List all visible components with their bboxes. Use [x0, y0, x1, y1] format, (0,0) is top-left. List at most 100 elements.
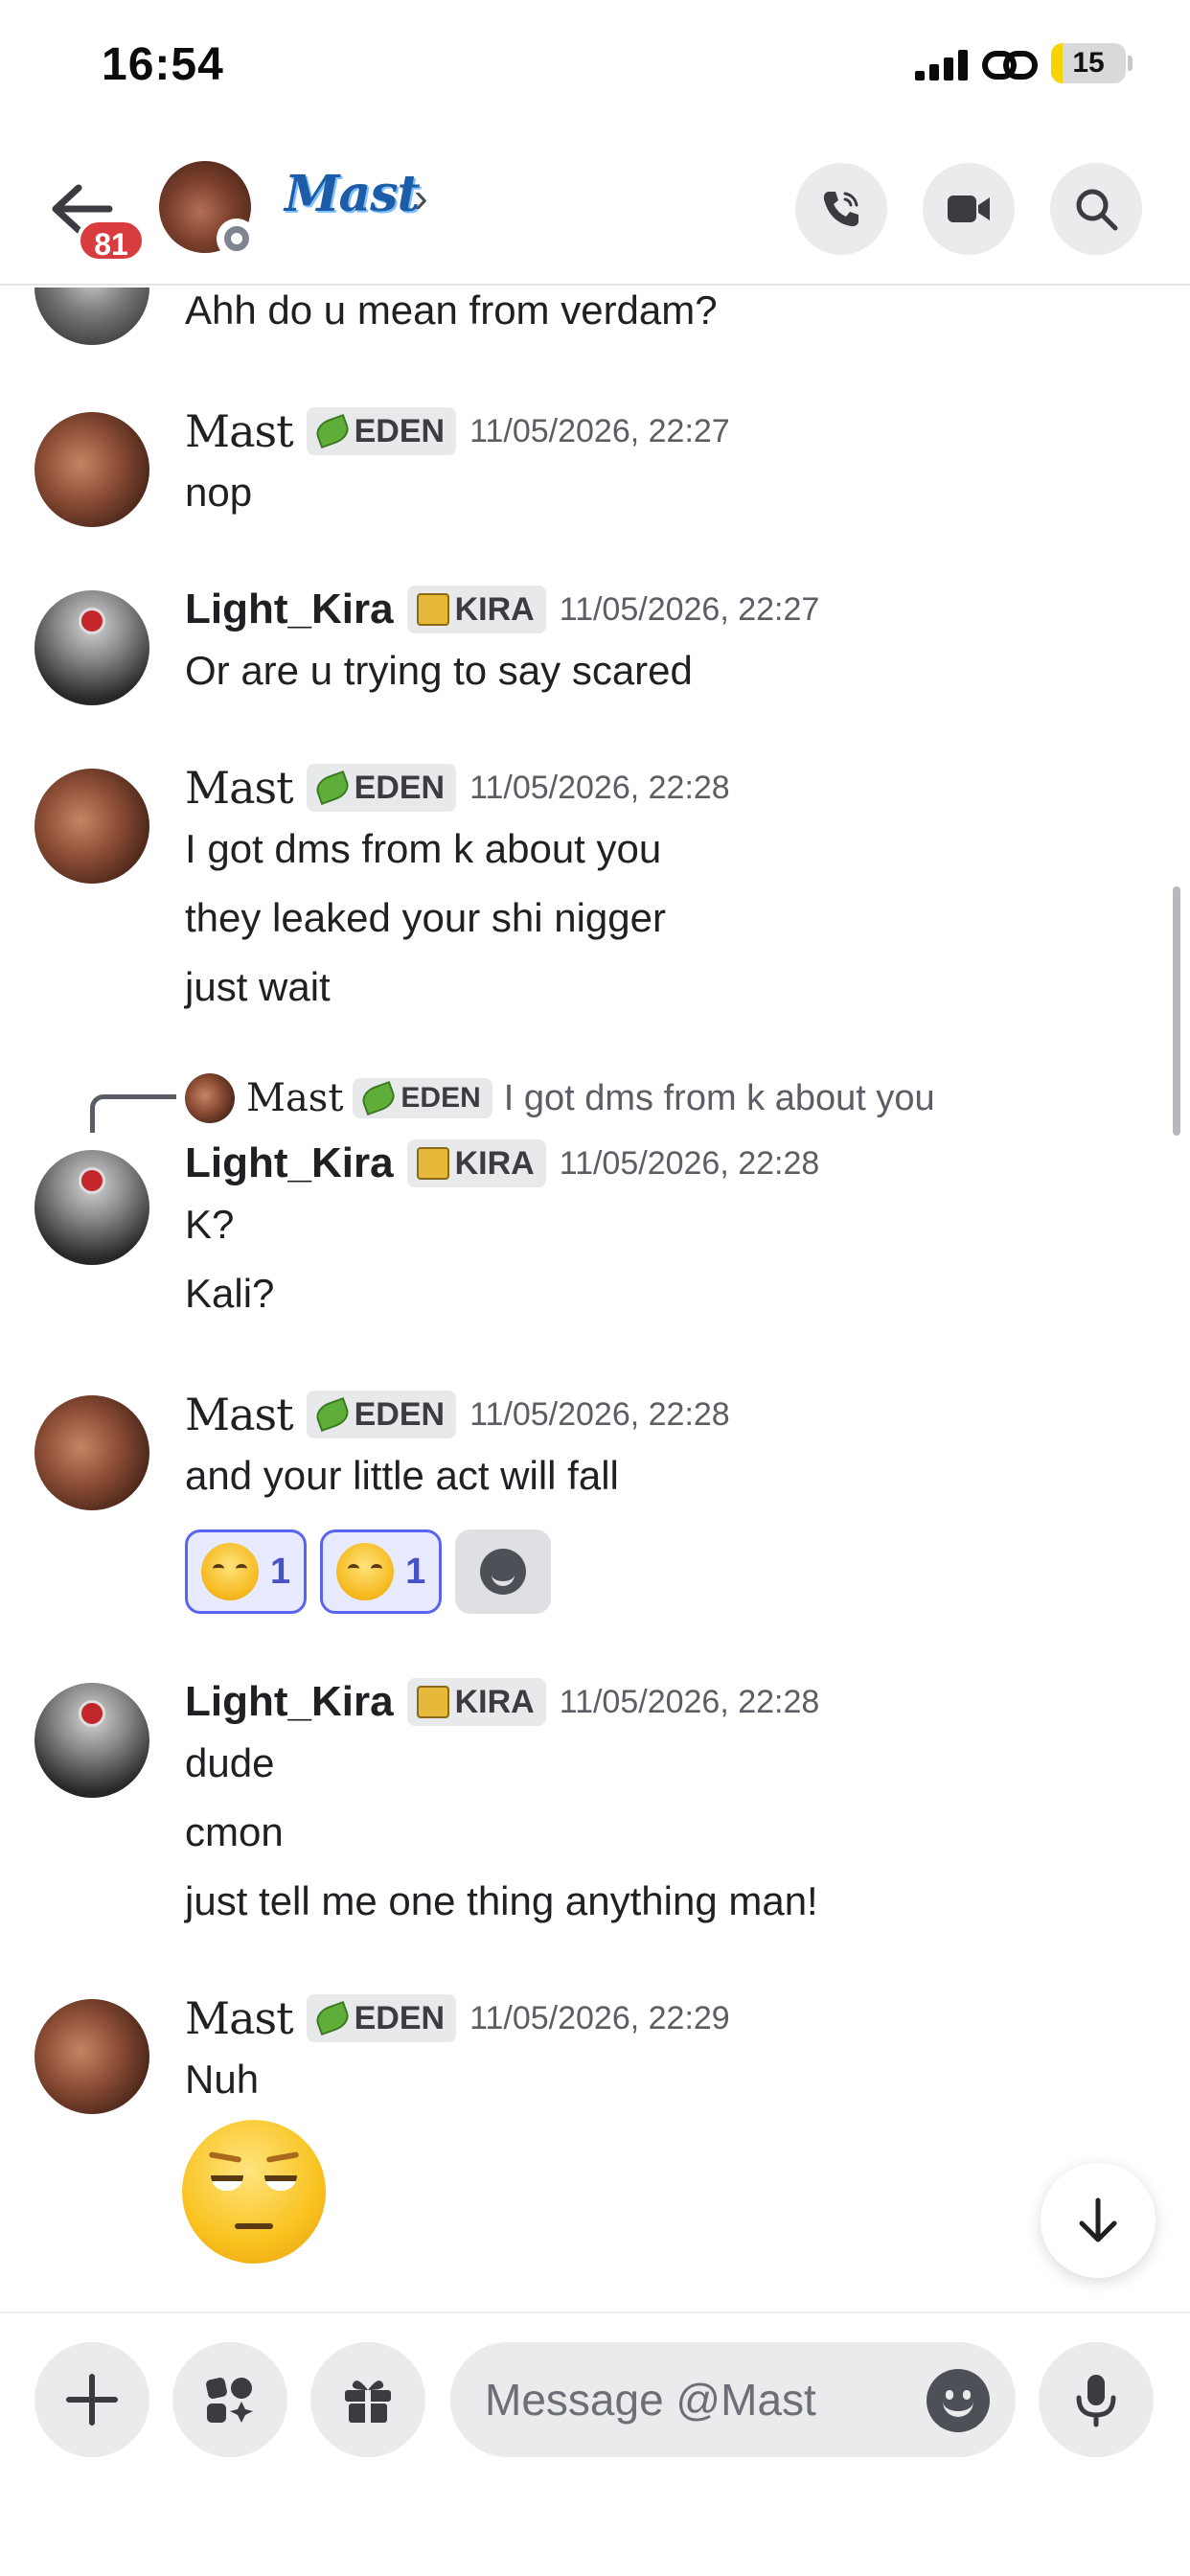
avatar[interactable] [34, 288, 149, 345]
timestamp: 11/05/2026, 22:28 [469, 769, 730, 806]
chevron-right-icon[interactable]: › [414, 174, 428, 222]
avatar[interactable] [34, 1395, 149, 1510]
search-button[interactable] [1050, 163, 1142, 255]
message-text: cmon [185, 1809, 284, 1854]
crown-icon [416, 1147, 449, 1180]
video-camera-icon [948, 196, 990, 222]
message-header: Mast EDEN 11/05/2026, 22:28 [185, 1386, 730, 1443]
leaf-icon [312, 1396, 353, 1433]
author-name[interactable]: Light_Kira [185, 1139, 394, 1187]
microphone-icon [1076, 2375, 1116, 2427]
message-text: dude [185, 1740, 275, 1785]
apps-button[interactable] [172, 2342, 287, 2457]
avatar[interactable] [34, 1999, 149, 2114]
leaf-icon [312, 770, 353, 806]
server-tag[interactable]: KIRA [406, 1139, 546, 1187]
search-icon [1076, 189, 1118, 231]
message-text: Or are u trying to say scared [185, 648, 693, 693]
timestamp: 11/05/2026, 22:28 [469, 1395, 730, 1433]
gift-icon [345, 2380, 391, 2423]
emoji-icon [480, 1549, 527, 1595]
reaction-count: 1 [405, 1551, 426, 1592]
reactions-row: 1 1 [185, 1530, 552, 1614]
reaction-count: 1 [270, 1551, 291, 1592]
message-text: Kali? [185, 1271, 275, 1316]
reaction-joy[interactable]: 1 [185, 1530, 308, 1614]
chat-header: 81 Mast › [0, 134, 1190, 286]
server-tag: EDEN [353, 1078, 492, 1118]
author-name[interactable]: Light_Kira [185, 586, 394, 633]
emoji-icon[interactable] [927, 2369, 990, 2432]
message-composer [0, 2312, 1190, 2576]
message-header: Light_Kira KIRA 11/05/2026, 22:27 [185, 581, 819, 638]
message-header: Mast EDEN 11/05/2026, 22:29 [185, 1990, 730, 2047]
avatar [185, 1073, 235, 1123]
phone-icon [823, 192, 858, 227]
reaction-rofl[interactable]: 1 [320, 1530, 443, 1614]
message-list[interactable]: Ahh do u mean from verdam? Mast EDEN 11/… [0, 288, 1190, 2310]
apps-icon [206, 2378, 253, 2423]
contact-name[interactable]: Mast [285, 165, 421, 223]
video-call-button[interactable] [923, 163, 1015, 255]
battery-tip [1128, 56, 1133, 71]
reply-text: I got dms from k about you [503, 1077, 935, 1118]
message-text: Ahh do u mean from verdam? [185, 288, 718, 333]
arrow-down-icon [1079, 2197, 1117, 2242]
cellular-signal-icon [915, 50, 968, 80]
leaf-icon [312, 2000, 353, 2036]
message-text: Nuh [185, 2057, 260, 2102]
plus-icon [66, 2374, 118, 2426]
server-tag[interactable]: EDEN [306, 1994, 457, 2042]
timestamp: 11/05/2026, 22:28 [559, 1144, 820, 1182]
status-bar: 16:54 15 [0, 0, 1190, 134]
avatar[interactable] [34, 412, 149, 527]
crown-icon [416, 1686, 449, 1718]
author-name[interactable]: Mast [185, 1389, 294, 1440]
message-text: K? [185, 1202, 235, 1247]
battery-percent: 15 [1072, 47, 1105, 79]
status-time: 16:54 [102, 39, 224, 90]
server-tag[interactable]: KIRA [406, 1678, 546, 1726]
server-tag[interactable]: EDEN [306, 764, 457, 812]
message-header: Light_Kira KIRA 11/05/2026, 22:28 [185, 1135, 819, 1192]
scrollbar[interactable] [1173, 886, 1180, 1136]
message-text: nop [185, 470, 253, 515]
gift-button[interactable] [310, 2342, 425, 2457]
add-reaction-button[interactable] [455, 1530, 552, 1614]
jump-to-present-button[interactable] [1041, 2163, 1156, 2278]
rofl-emoji-icon [336, 1543, 395, 1600]
message-text: I got dms from k about you [185, 826, 662, 871]
add-attachment-button[interactable] [34, 2342, 149, 2457]
author-name[interactable]: Mast [185, 405, 294, 457]
timestamp: 11/05/2026, 22:27 [559, 590, 820, 628]
avatar[interactable] [34, 1683, 149, 1798]
author-name[interactable]: Mast [185, 1992, 294, 2044]
leaf-icon [358, 1080, 399, 1116]
battery-indicator: 15 [1051, 43, 1126, 83]
message-text: they leaked your shi nigger [185, 895, 666, 940]
avatar[interactable] [34, 590, 149, 705]
author-name[interactable]: Light_Kira [185, 1678, 394, 1726]
voice-message-button[interactable] [1039, 2342, 1154, 2457]
avatar[interactable] [34, 769, 149, 884]
unread-badge: 81 [77, 218, 146, 263]
message-header: Mast EDEN 11/05/2026, 22:28 [185, 759, 730, 816]
pensive-face-icon [182, 2120, 326, 2264]
message-header: Mast EDEN 11/05/2026, 22:27 [185, 402, 730, 460]
reply-preview[interactable]: Mast EDEN I got dms from k about you [185, 1071, 935, 1125]
crown-icon [416, 593, 449, 626]
message-text: just tell me one thing anything man! [185, 1878, 818, 1923]
message-text: and your little act will fall [185, 1453, 619, 1498]
author-name[interactable]: Mast [185, 762, 294, 814]
avatar[interactable] [34, 1150, 149, 1265]
server-tag[interactable]: KIRA [406, 586, 546, 633]
server-tag[interactable]: EDEN [306, 1391, 457, 1438]
server-tag[interactable]: EDEN [306, 407, 457, 455]
offline-status-icon [217, 218, 257, 259]
reply-connector [90, 1094, 176, 1133]
timestamp: 11/05/2026, 22:29 [469, 1999, 730, 2036]
call-button[interactable] [795, 163, 887, 255]
message-header: Light_Kira KIRA 11/05/2026, 22:28 [185, 1673, 819, 1731]
timestamp: 11/05/2026, 22:28 [559, 1683, 820, 1720]
link-icon [982, 51, 1038, 80]
